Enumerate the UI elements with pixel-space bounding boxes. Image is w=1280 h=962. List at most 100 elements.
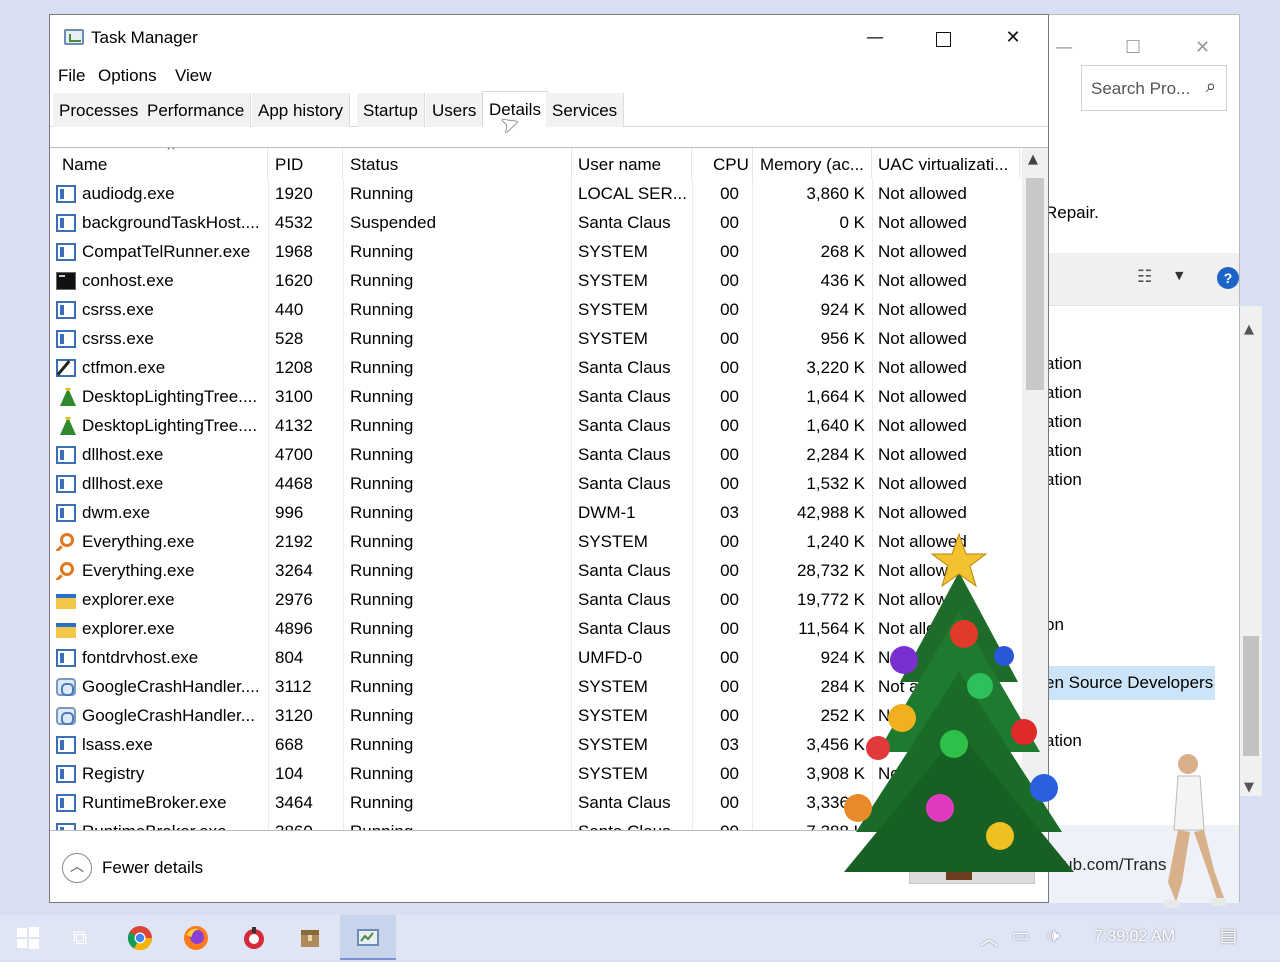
tab-users[interactable]: Users — [426, 93, 484, 127]
console-icon — [56, 272, 76, 290]
maximize-button[interactable] — [908, 15, 978, 61]
bg-close-icon[interactable]: ✕ — [1195, 37, 1210, 58]
scroll-up-icon[interactable]: ▲ — [1028, 152, 1038, 167]
scroll-thumb[interactable] — [1026, 178, 1044, 390]
cell-name: Everything.exe — [82, 532, 195, 551]
taskbar-chrome[interactable] — [112, 915, 168, 960]
column-header-user[interactable]: User name — [578, 148, 692, 178]
firefox-icon — [184, 925, 208, 950]
task-view-button[interactable]: ⧉ — [52, 915, 108, 960]
menu-file[interactable]: File — [58, 66, 85, 86]
task-manager-icon — [357, 928, 379, 946]
cell-user: LOCAL SER... — [578, 184, 687, 203]
notification-icon[interactable]: ▤ — [1220, 925, 1237, 946]
tab-performance[interactable]: Performance — [141, 93, 252, 127]
chrome-icon — [127, 925, 152, 950]
title-bar[interactable]: Task Manager — ✕ — [50, 15, 1048, 61]
tab-app-history[interactable]: App history — [252, 93, 351, 127]
taskbar-task-manager[interactable] — [340, 915, 396, 960]
taskbar-app[interactable] — [226, 915, 282, 960]
cell-cpu: 00 — [720, 648, 739, 667]
column-header-cpu[interactable]: CPU — [713, 148, 753, 178]
column-header-pid[interactable]: PID — [275, 148, 343, 178]
menu-view[interactable]: View — [175, 66, 212, 86]
exe-icon — [56, 736, 76, 754]
table-row[interactable]: dllhost.exe 4700 Running Santa Claus 00 2,284… — [50, 441, 1022, 470]
cell-name: CompatTelRunner.exe — [82, 242, 251, 261]
column-header-status[interactable]: Status — [350, 148, 572, 178]
cell-status: Running — [350, 271, 414, 290]
table-row[interactable]: CompatTelRunner.exe 1968 Running SYSTEM 00 26… — [50, 238, 1022, 267]
cell-mem: 0 K — [839, 213, 865, 232]
tab-services[interactable]: Services — [546, 93, 625, 127]
help-icon[interactable]: ? — [1217, 267, 1239, 289]
column-header-memory[interactable]: Memory (ac... — [760, 148, 872, 178]
taskbar-firefox[interactable] — [168, 915, 224, 960]
cell-status: Running — [350, 706, 414, 725]
windows-logo-icon — [17, 926, 39, 949]
column-header-name[interactable]: Name ^ — [62, 148, 268, 178]
table-row[interactable]: csrss.exe 440 Running SYSTEM 00 924 K Not allo… — [50, 296, 1022, 325]
process-icon-cell — [56, 794, 78, 812]
ornament — [967, 673, 993, 699]
cell-cpu: 00 — [720, 590, 739, 609]
scroll-down-icon[interactable]: ▼ — [1244, 780, 1254, 795]
chevron-up-icon[interactable]: ︿ — [980, 925, 998, 951]
chevron-down-icon[interactable]: ▼ — [1175, 269, 1183, 282]
view-list-icon[interactable]: ☷ — [1137, 267, 1152, 287]
cell-name: lsass.exe — [82, 735, 153, 754]
column-header-label: Name — [62, 155, 108, 174]
process-icon-cell — [56, 707, 78, 725]
cell-cpu: 00 — [720, 300, 739, 319]
table-row[interactable]: dllhost.exe 4468 Running Santa Claus 00 1,532… — [50, 470, 1022, 499]
cell-name: csrss.exe — [82, 300, 154, 319]
cell-mem: 1,532 K — [806, 474, 865, 493]
menu-options[interactable]: Options — [98, 66, 157, 86]
column-header-uac[interactable]: UAC virtualizati... — [878, 148, 1020, 178]
cell-user: Santa Claus — [578, 416, 671, 435]
bg-maximize-icon[interactable]: ☐ — [1125, 37, 1141, 58]
bg-minimize-icon[interactable]: — — [1055, 37, 1073, 58]
tab-processes[interactable]: Processes — [53, 93, 146, 127]
bg-scrollbar[interactable]: ▲ ▼ — [1240, 306, 1262, 796]
table-row[interactable]: backgroundTaskHost.... 4532 Suspended Santa… — [50, 209, 1022, 238]
taskbar-archive[interactable] — [282, 915, 338, 960]
table-row[interactable]: ctfmon.exe 1208 Running Santa Claus 00 3,220 … — [50, 354, 1022, 383]
cell-name: fontdrvhost.exe — [82, 648, 199, 667]
close-button[interactable]: ✕ — [978, 15, 1048, 61]
cell-status: Running — [350, 445, 414, 464]
cell-user: SYSTEM — [578, 242, 648, 261]
table-row[interactable]: dwm.exe 996 Running DWM-1 03 42,988 K Not allo… — [50, 499, 1022, 528]
cell-uac: Not allowed — [878, 184, 967, 203]
table-row[interactable]: csrss.exe 528 Running SYSTEM 00 956 K Not allo… — [50, 325, 1022, 354]
figure-leg — [1168, 830, 1190, 902]
taskbar-clock[interactable]: 7:39:02 AM — [1094, 928, 1175, 946]
fewer-details-chevron-icon[interactable]: ︿ — [62, 853, 92, 883]
network-icon[interactable]: ▭ — [1012, 925, 1029, 946]
cell-uac: Not allowed — [878, 503, 967, 522]
process-icon-cell — [56, 736, 78, 754]
cell-user: SYSTEM — [578, 677, 648, 696]
table-row[interactable]: audiodg.exe 1920 Running LOCAL SER... 00 3,86… — [50, 180, 1022, 209]
volume-icon[interactable]: 🕪 — [1048, 925, 1059, 946]
table-row[interactable]: DesktopLightingTree.... 4132 Running Santa … — [50, 412, 1022, 441]
cell-mem: 436 K — [820, 271, 865, 290]
christmas-tree-image — [844, 532, 1074, 880]
bg-search-input[interactable]: Search Pro... ⌕ — [1081, 65, 1227, 111]
bg-scroll-thumb[interactable] — [1243, 636, 1259, 756]
table-row[interactable]: DesktopLightingTree.... 3100 Running Santa … — [50, 383, 1022, 412]
cell-pid: 3120 — [275, 706, 313, 725]
start-button[interactable] — [0, 915, 56, 960]
cell-user: SYSTEM — [578, 271, 648, 290]
cell-uac: Not allowed — [878, 358, 967, 377]
cell-pid: 668 — [275, 735, 304, 754]
process-icon-cell — [56, 620, 78, 638]
folder-icon — [56, 594, 76, 609]
fewer-details-link[interactable]: Fewer details — [102, 858, 203, 878]
cell-status: Running — [350, 822, 570, 830]
scroll-up-icon[interactable]: ▲ — [1244, 322, 1254, 337]
process-icon-cell — [56, 504, 78, 522]
minimize-button[interactable]: — — [840, 15, 910, 61]
tab-startup[interactable]: Startup — [357, 93, 425, 127]
table-row[interactable]: conhost.exe 1620 Running SYSTEM 00 436 K Not a… — [50, 267, 1022, 296]
